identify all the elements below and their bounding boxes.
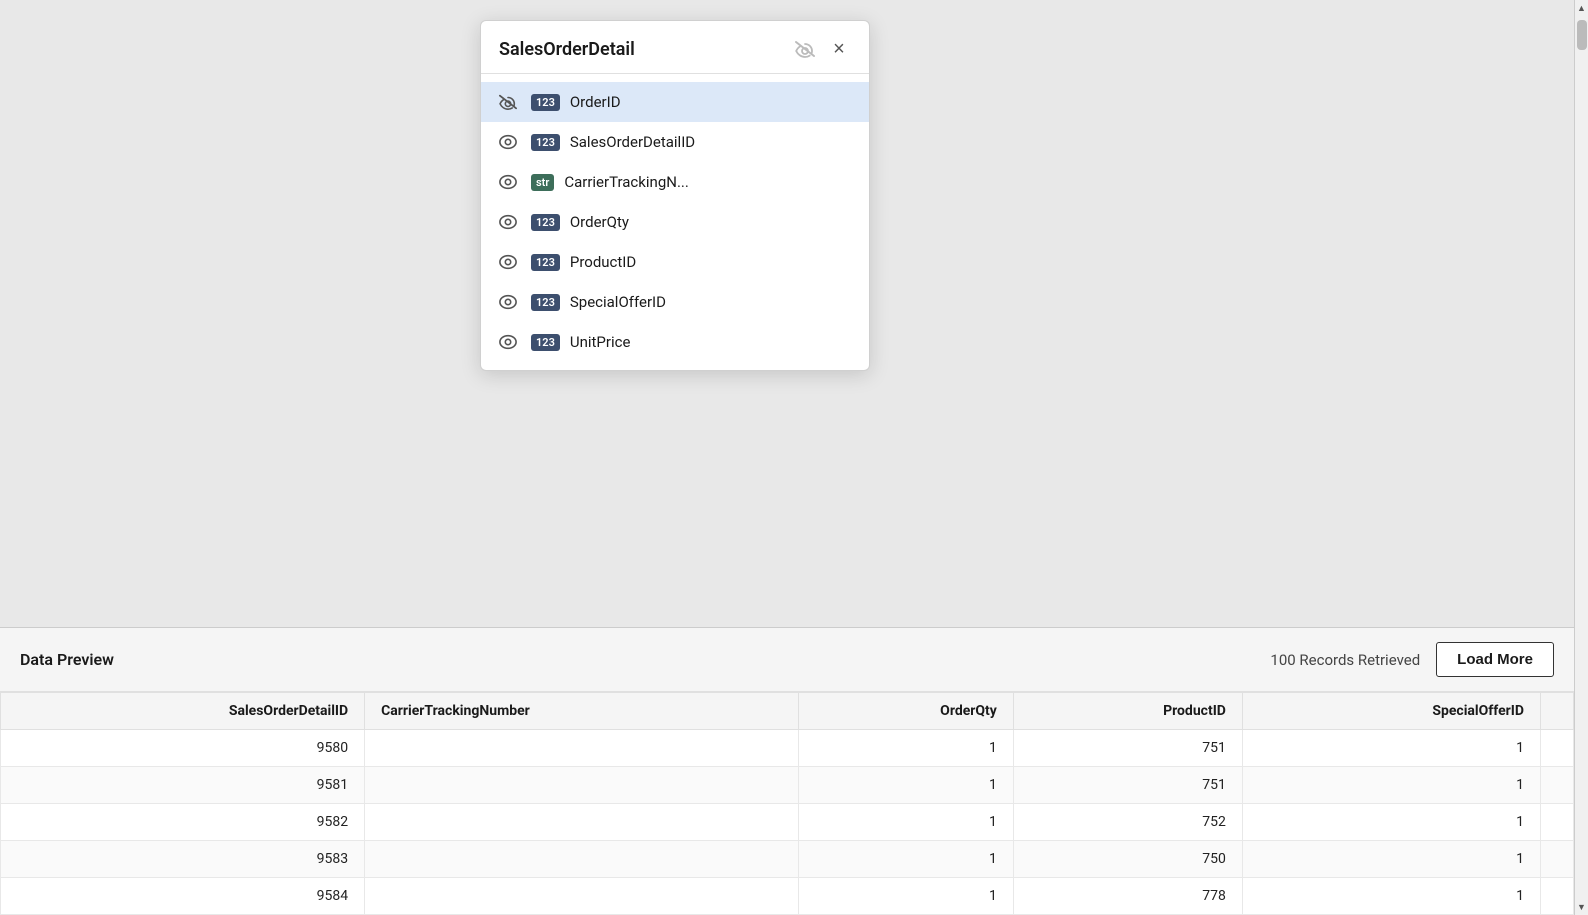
table-row: 9581 17511 [1, 767, 1574, 804]
table-cell: 752 [1013, 804, 1242, 841]
field-name: OrderQty [570, 213, 855, 231]
eye-icon [497, 213, 519, 231]
table-cell-extra [1541, 878, 1574, 915]
table-row: 9582 17521 [1, 804, 1574, 841]
table-cell: 9582 [1, 804, 365, 841]
data-table: SalesOrderDetailIDCarrierTrackingNumberO… [0, 692, 1574, 915]
eye-icon [495, 132, 521, 152]
field-item[interactable]: 123 ProductID [481, 242, 869, 282]
field-name: ProductID [570, 253, 855, 271]
table-cell: 1 [799, 804, 1013, 841]
eye-slash-icon [497, 93, 519, 111]
hide-icon-button[interactable] [793, 37, 817, 61]
modal-title: SalesOrderDetail [499, 39, 635, 60]
field-selector-modal: SalesOrderDetail × 123 OrderID [480, 20, 870, 371]
table-header-cell: SalesOrderDetailID [1, 693, 365, 730]
field-item[interactable]: 123 OrderQty [481, 202, 869, 242]
field-item[interactable]: str CarrierTrackingN... [481, 162, 869, 202]
eye-icon [497, 133, 519, 151]
eye-icon [497, 333, 519, 351]
field-name: CarrierTrackingN... [564, 173, 855, 191]
eye-icon [497, 253, 519, 271]
eye-icon [495, 212, 521, 232]
eye-icon [495, 252, 521, 272]
table-row: 9580 17511 [1, 730, 1574, 767]
table-row: 9583 17501 [1, 841, 1574, 878]
table-cell: 1 [799, 767, 1013, 804]
field-item[interactable]: 123 SalesOrderDetailID [481, 122, 869, 162]
modal-header-actions: × [793, 37, 851, 61]
field-item[interactable]: 123 OrderID [481, 82, 869, 122]
eye-icon [495, 92, 521, 112]
table-cell [365, 804, 799, 841]
table-row: 9584 17781 [1, 878, 1574, 915]
scroll-up-arrow[interactable]: ▲ [1575, 0, 1588, 16]
table-header-cell: ProductID [1013, 693, 1242, 730]
table-cell: 1 [1242, 767, 1540, 804]
table-cell: 1 [1242, 730, 1540, 767]
table-cell: 9581 [1, 767, 365, 804]
table-cell: 9580 [1, 730, 365, 767]
field-item[interactable]: 123 SpecialOfferID [481, 282, 869, 322]
type-badge: str [531, 174, 554, 191]
data-preview-header: Data Preview 100 Records Retrieved Load … [0, 628, 1574, 692]
table-cell: 1 [1242, 804, 1540, 841]
scroll-down-arrow[interactable]: ▼ [1575, 899, 1588, 915]
table-cell: 1 [1242, 841, 1540, 878]
type-badge: 123 [531, 254, 560, 271]
table-cell: 750 [1013, 841, 1242, 878]
table-cell: 1 [799, 730, 1013, 767]
table-cell: 9584 [1, 878, 365, 915]
type-badge: 123 [531, 134, 560, 151]
type-badge: 123 [531, 294, 560, 311]
table-cell: 751 [1013, 730, 1242, 767]
records-info: 100 Records Retrieved [1270, 651, 1420, 669]
field-name: UnitPrice [570, 333, 855, 351]
table-cell: 1 [799, 878, 1013, 915]
table-cell-extra [1541, 841, 1574, 878]
eye-icon [495, 172, 521, 192]
eye-icon [495, 292, 521, 312]
eye-slash-icon [794, 40, 816, 58]
table-header-cell: SpecialOfferID [1242, 693, 1540, 730]
table-cell: 751 [1013, 767, 1242, 804]
table-cell-extra [1541, 767, 1574, 804]
scrollbar-thumb[interactable] [1577, 20, 1587, 50]
close-button[interactable]: × [827, 37, 851, 61]
table-cell [365, 730, 799, 767]
close-icon: × [833, 38, 845, 61]
scrollbar[interactable]: ▲ ▼ [1574, 0, 1588, 915]
type-badge: 123 [531, 214, 560, 231]
table-cell: 1 [1242, 878, 1540, 915]
field-name: OrderID [570, 93, 855, 111]
data-preview-title: Data Preview [20, 650, 114, 669]
header-right-actions: 100 Records Retrieved Load More [1270, 642, 1554, 677]
eye-icon [497, 293, 519, 311]
table-cell [365, 767, 799, 804]
load-more-button[interactable]: Load More [1436, 642, 1554, 677]
modal-header: SalesOrderDetail × [481, 21, 869, 74]
table-header-cell-extra [1541, 693, 1574, 730]
field-name: SalesOrderDetailID [570, 133, 855, 151]
table-cell: 778 [1013, 878, 1242, 915]
table-header-cell: OrderQty [799, 693, 1013, 730]
type-badge: 123 [531, 334, 560, 351]
field-name: SpecialOfferID [570, 293, 855, 311]
type-badge: 123 [531, 94, 560, 111]
eye-icon [495, 332, 521, 352]
table-cell [365, 878, 799, 915]
data-preview-section: Data Preview 100 Records Retrieved Load … [0, 627, 1574, 915]
table-cell: 1 [799, 841, 1013, 878]
table-cell-extra [1541, 730, 1574, 767]
field-list: 123 OrderID 123 SalesOrderDetailID str Carr… [481, 74, 869, 370]
table-cell: 9583 [1, 841, 365, 878]
table-header-cell: CarrierTrackingNumber [365, 693, 799, 730]
eye-icon [497, 173, 519, 191]
table-cell-extra [1541, 804, 1574, 841]
field-item[interactable]: 123 UnitPrice [481, 322, 869, 362]
data-table-container: SalesOrderDetailIDCarrierTrackingNumberO… [0, 692, 1574, 915]
table-cell [365, 841, 799, 878]
